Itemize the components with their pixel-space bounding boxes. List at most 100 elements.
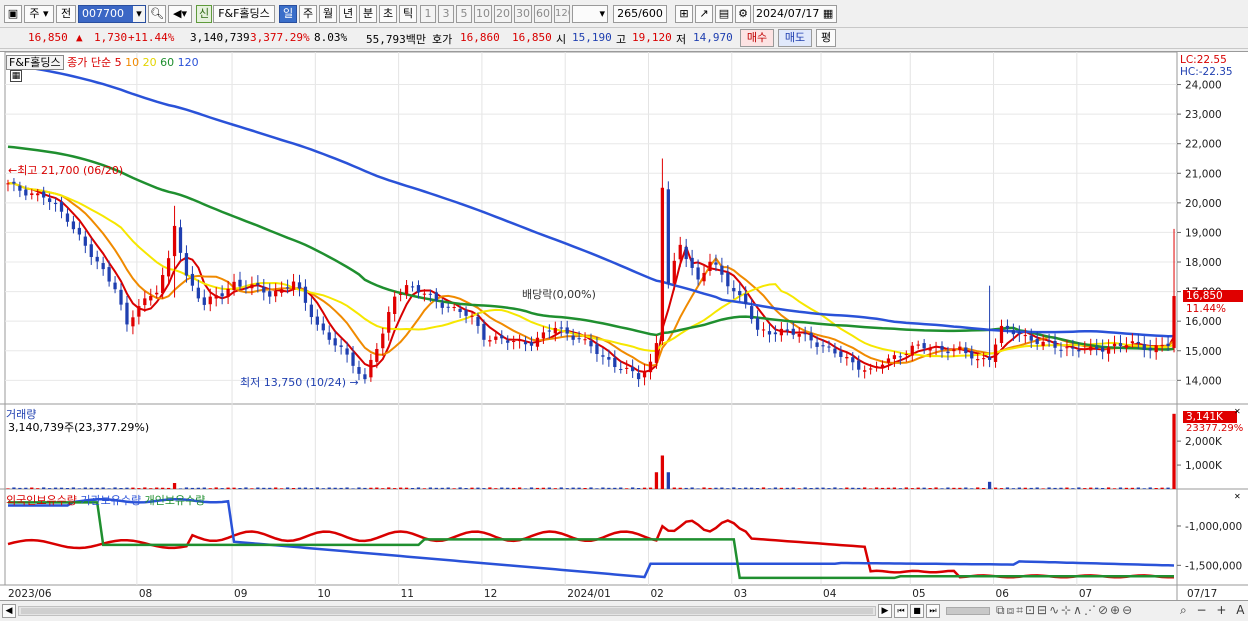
volume-bar — [155, 487, 159, 489]
volume-bar — [131, 487, 135, 489]
prev-button[interactable]: 전 — [56, 5, 76, 23]
low-label: 저 — [676, 33, 687, 46]
minute-60-button[interactable]: 60 — [534, 5, 552, 23]
scroll-left-button[interactable]: ◀ — [2, 604, 16, 618]
period-second-button[interactable]: 초 — [379, 5, 397, 23]
minute-1-button[interactable]: 1 — [420, 5, 436, 23]
period-tick-button[interactable]: 틱 — [399, 5, 417, 23]
candle-body — [1023, 335, 1027, 337]
volume-bar — [1017, 487, 1021, 489]
sell-button[interactable]: 매도 — [778, 29, 812, 47]
count-field[interactable]: 265/600 — [613, 5, 667, 23]
minute-10-button[interactable]: 10 — [474, 5, 492, 23]
nav-stop-button[interactable]: ■ — [910, 604, 924, 618]
volume-bar — [952, 487, 956, 489]
bid-label: 호가 — [432, 33, 453, 46]
candle-body — [654, 343, 659, 363]
volume-bar — [976, 487, 980, 489]
scrollbar-thumb[interactable] — [21, 608, 873, 614]
volume-bar — [690, 487, 694, 489]
volume-percent: 3,377.29% — [250, 31, 310, 44]
legend-stock-name[interactable]: F&F홀딩스 — [6, 55, 64, 70]
bottom-tool-icons[interactable]: ⧉⧈⌗⊡⊟∿⊹∧⋰⊘⊕⊖ — [996, 603, 1134, 618]
volume-bar — [416, 487, 421, 489]
candle-body — [1059, 349, 1063, 351]
volume-bar — [642, 487, 647, 489]
candle-body — [696, 267, 700, 280]
stock-name-field[interactable]: F&F홀딩스 — [213, 5, 275, 23]
legend-ma5: 5 — [114, 56, 122, 69]
table-icon[interactable]: ▦ — [10, 70, 22, 82]
price-chart-svg[interactable]: 2023/06 08 09 10 11 12 2024/01 02 03 04 05 06 07 07/1… — [0, 52, 1248, 601]
volume-bar — [398, 487, 403, 489]
evaluate-button[interactable]: 평 — [816, 29, 836, 47]
minute-3-button[interactable]: 3 — [438, 5, 454, 23]
volume-bar — [845, 487, 849, 489]
custom-period-select[interactable]: ▾ — [572, 5, 608, 23]
draw-icon[interactable]: ↗ — [695, 5, 713, 23]
period-week-button[interactable]: 주 — [299, 5, 317, 23]
candle-body — [684, 246, 688, 260]
y-tick-label: 18,000 — [1185, 257, 1222, 269]
x-tick-label: 10 — [317, 588, 330, 600]
nav-last-button[interactable]: ⏭ — [926, 604, 940, 618]
zoom-controls-icons[interactable]: ⌕ − + A — [1180, 603, 1247, 618]
volume-bar — [36, 488, 40, 489]
search-icon[interactable]: 🔍︎ — [148, 5, 166, 23]
volume-bar — [1059, 487, 1063, 489]
chevron-down-icon[interactable]: ▾ — [133, 6, 145, 22]
volume-bar — [1077, 487, 1081, 489]
window-icon[interactable]: ▣ — [4, 5, 22, 23]
horizontal-scrollbar[interactable] — [18, 606, 876, 616]
nav-play-button[interactable]: ▶ — [878, 604, 892, 618]
minute-120-button[interactable]: 120 — [554, 5, 570, 23]
change-amount: 1,730 — [94, 31, 128, 44]
gear-icon[interactable]: ⚙ — [735, 5, 751, 23]
save-icon[interactable]: ▤ — [715, 5, 733, 23]
period-month-button[interactable]: 월 — [319, 5, 337, 23]
candle-body — [1035, 338, 1039, 344]
volume-bar — [910, 488, 914, 489]
volume-bar — [904, 487, 908, 489]
calendar-icon[interactable]: ▦ — [823, 7, 833, 20]
period-minute-button[interactable]: 분 — [359, 5, 377, 23]
minute-20-button[interactable]: 20 — [494, 5, 512, 23]
x-tick-label: 2024/01 — [567, 588, 611, 600]
volume-close-icon[interactable]: ✕ — [1234, 407, 1241, 416]
market-select[interactable]: 주 ▾ — [24, 5, 54, 23]
speaker-icon[interactable]: ◀▾ — [168, 5, 192, 23]
lc-label: LC:22.55 — [1180, 54, 1227, 66]
volume-bar — [565, 488, 569, 489]
bottom-bar: ◀ ▶ ⏮ ■ ⏭ ⧉⧈⌗⊡⊟∿⊹∧⋰⊘⊕⊖ ⌕ − + A — [0, 600, 1248, 621]
candle-body — [143, 298, 147, 306]
period-day-button[interactable]: 일 — [279, 5, 297, 23]
period-year-button[interactable]: 년 — [339, 5, 357, 23]
candle-body — [1124, 345, 1129, 348]
minute-5-button[interactable]: 5 — [456, 5, 472, 23]
stock-code-input[interactable]: 007700 ▾ — [78, 5, 146, 23]
zoom-icon[interactable]: ⊞ — [675, 5, 693, 23]
candle-body — [327, 332, 331, 340]
date-picker[interactable]: 2024/07/17 ▦ — [753, 5, 837, 23]
chart-area[interactable]: 2023/06 08 09 10 11 12 2024/01 02 03 04 05 06 07 07/1… — [0, 51, 1248, 601]
nav-first-button[interactable]: ⏮ — [894, 604, 908, 618]
candle-body — [553, 327, 557, 334]
candle-body — [660, 187, 665, 342]
volume-bar — [595, 488, 599, 489]
volume-bar — [143, 487, 147, 489]
candle-body — [375, 348, 379, 362]
candle-body — [464, 310, 468, 316]
holders-close-icon[interactable]: ✕ — [1234, 492, 1241, 501]
minute-30-button[interactable]: 30 — [514, 5, 532, 23]
buy-button[interactable]: 매수 — [740, 29, 774, 47]
volume-bar — [761, 487, 766, 489]
volume-bar — [1083, 488, 1087, 489]
volume-bar — [333, 487, 337, 489]
zoom-slider[interactable] — [946, 607, 990, 615]
x-tick-label: 02 — [650, 588, 663, 600]
volume-bar — [291, 488, 296, 489]
candle-body — [428, 293, 433, 295]
candle-body — [922, 343, 926, 349]
volume-legend-value: 3,140,739주(23,377.29%) — [8, 421, 150, 434]
volume-bar — [1124, 487, 1129, 489]
